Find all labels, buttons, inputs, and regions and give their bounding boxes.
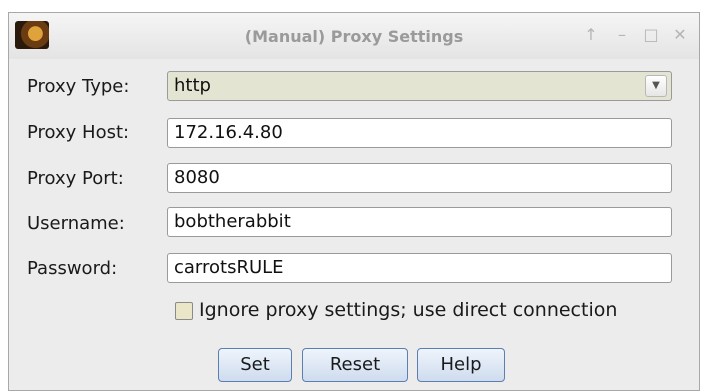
proxy-host-field[interactable]: 172.16.4.80 xyxy=(167,118,672,148)
chevron-down-icon[interactable]: ▼ xyxy=(645,75,667,97)
proxy-type-select[interactable]: http ▼ xyxy=(167,71,672,101)
username-field[interactable]: bobtherabbit xyxy=(167,207,672,237)
title-bar[interactable]: (Manual) Proxy Settings ↑ – □ ✕ xyxy=(9,13,699,59)
close-icon[interactable]: ✕ xyxy=(670,25,690,45)
set-button[interactable]: Set xyxy=(218,348,292,382)
proxy-port-label: Proxy Port: xyxy=(27,168,124,189)
proxy-type-label: Proxy Type: xyxy=(27,76,130,97)
minimize-icon[interactable]: – xyxy=(612,25,632,45)
keep-above-icon[interactable]: ↑ xyxy=(581,25,601,45)
proxy-type-value: http xyxy=(174,75,211,96)
ignore-proxy-checkbox[interactable] xyxy=(175,302,193,320)
ignore-proxy-label[interactable]: Ignore proxy settings; use direct connec… xyxy=(199,299,617,321)
help-button[interactable]: Help xyxy=(417,348,505,382)
proxy-port-field[interactable]: 8080 xyxy=(167,163,672,193)
proxy-host-label: Proxy Host: xyxy=(27,122,130,143)
maximize-icon[interactable]: □ xyxy=(641,25,661,45)
proxy-settings-window: (Manual) Proxy Settings ↑ – □ ✕ Proxy Ty… xyxy=(8,12,700,391)
password-label: Password: xyxy=(27,258,118,279)
app-icon xyxy=(15,21,49,49)
password-field[interactable]: carrotsRULE xyxy=(167,253,672,283)
reset-button[interactable]: Reset xyxy=(302,348,408,382)
username-label: Username: xyxy=(27,213,125,234)
